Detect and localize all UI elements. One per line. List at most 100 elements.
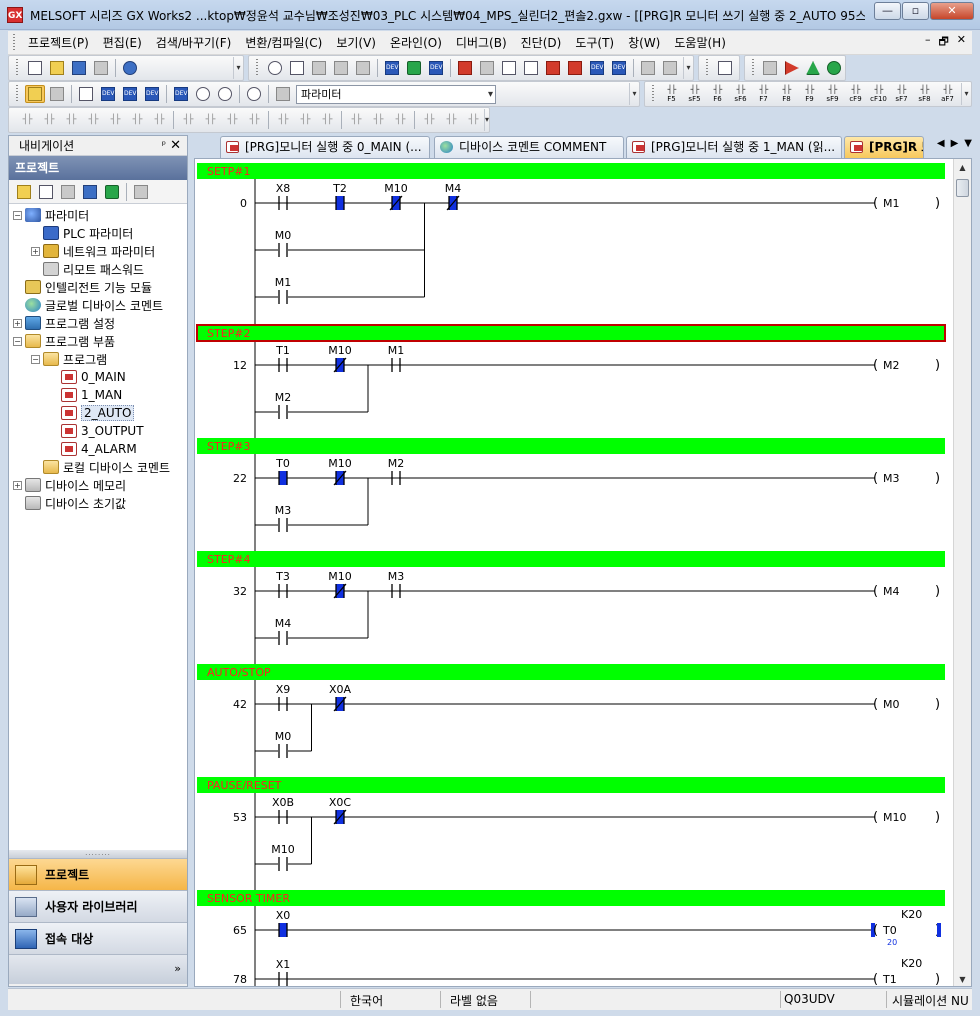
- ladder-diagram[interactable]: SETP#1 0 X8 T2 M10 M4 M0 M1 () M1 STEP#2 12 T1 M10 M1 M…: [195, 159, 955, 987]
- tree-item-2_auto[interactable]: 2_AUTO: [9, 404, 187, 422]
- ladder-edit-tool-button[interactable]: ┤├: [390, 111, 410, 129]
- save-project-button[interactable]: [69, 59, 89, 77]
- menu-4[interactable]: 보기(V): [329, 34, 383, 51]
- ladder-key-f7-button[interactable]: ┤├ F7: [753, 83, 774, 105]
- nav-button-lib[interactable]: 사용자 라이브러리: [9, 890, 187, 922]
- tree-item-인텔리전트-기능-모듈[interactable]: 인텔리전트 기능 모듈: [9, 278, 187, 296]
- ladder-edit-tool-button[interactable]: ┤├: [317, 111, 337, 129]
- toolbar-overflow-button[interactable]: ▾: [683, 57, 693, 79]
- undo-button[interactable]: [331, 59, 351, 77]
- watch-dev-button[interactable]: DEV: [98, 85, 118, 103]
- tab-0[interactable]: [PRG]모니터 실행 중 0_MAIN (...: [220, 136, 430, 158]
- ladder-key-af7-button[interactable]: ┤├ aF7: [937, 83, 958, 105]
- parts-selection-button[interactable]: [47, 85, 67, 103]
- search-target-combo[interactable]: 파라미터: [296, 84, 496, 104]
- collapse-icon[interactable]: −: [13, 336, 22, 346]
- device-batch-dev-button[interactable]: DEV: [142, 85, 162, 103]
- toolbar-overflow-button[interactable]: ▾: [629, 83, 639, 105]
- monitor-write-button[interactable]: [565, 59, 585, 77]
- copy-data-button[interactable]: [36, 183, 56, 201]
- tab-3[interactable]: [PRG]R 모: [844, 136, 924, 158]
- mdi-minimize-icon[interactable]: –: [925, 33, 931, 52]
- menu-7[interactable]: 진단(D): [514, 34, 569, 51]
- diagnostics-button[interactable]: [715, 59, 735, 77]
- mdi-close-icon[interactable]: ✕: [957, 33, 966, 52]
- tab-2[interactable]: [PRG]모니터 실행 중 1_MAN (읽...: [626, 136, 842, 158]
- expand-icon[interactable]: +: [13, 480, 22, 490]
- ladder-key-cf9-button[interactable]: ┤├ cF9: [845, 83, 866, 105]
- expand-icon[interactable]: +: [31, 246, 40, 256]
- ladder-edit-tool-button[interactable]: ┤├: [105, 111, 125, 129]
- ladder-edit-tool-button[interactable]: ┤├: [17, 111, 37, 129]
- toolbar-grip[interactable]: [703, 59, 711, 77]
- find-device-button[interactable]: [215, 85, 235, 103]
- ladder-edit-tool-button[interactable]: ┤├: [295, 111, 315, 129]
- scroll-thumb[interactable]: [956, 179, 969, 197]
- toolbar-grip[interactable]: [749, 59, 757, 77]
- simulation-settings-button[interactable]: [761, 59, 780, 77]
- expand-icon[interactable]: +: [13, 318, 22, 328]
- scroll-down-icon[interactable]: ▼: [954, 971, 971, 986]
- collapse-icon[interactable]: −: [13, 210, 22, 220]
- toolbar-grip[interactable]: [13, 59, 21, 77]
- ladder-edit-tool-button[interactable]: ┤├: [178, 111, 198, 129]
- ladder-key-sf8-button[interactable]: ┤├ sF8: [914, 83, 935, 105]
- ladder-key-sf6-button[interactable]: ┤├ sF6: [730, 83, 751, 105]
- monitor-stop-button[interactable]: [543, 59, 563, 77]
- properties-button[interactable]: [80, 183, 100, 201]
- tree-item-3_output[interactable]: 3_OUTPUT: [9, 422, 187, 440]
- tree-item-프로그램[interactable]: − 프로그램: [9, 350, 187, 368]
- ladder-edit-tool-button[interactable]: ┤├: [61, 111, 81, 129]
- ladder-key-cf10-button[interactable]: ┤├ cF10: [868, 83, 889, 105]
- tree-item-plc-파라미터[interactable]: PLC 파라미터: [9, 224, 187, 242]
- ladder-editor[interactable]: SETP#1 0 X8 T2 M10 M4 M0 M1 () M1 STEP#2 12 T1 M10 M1 M…: [194, 158, 972, 987]
- pin-icon[interactable]: ᵖ: [162, 140, 166, 151]
- status-info-button[interactable]: [825, 59, 844, 77]
- warning-button[interactable]: [803, 59, 822, 77]
- navigation-toggle-button[interactable]: [25, 85, 45, 103]
- toolbar-overflow-button[interactable]: ▾: [484, 109, 489, 131]
- verify-plc-button[interactable]: [499, 59, 519, 77]
- output-window-button[interactable]: [76, 85, 96, 103]
- help-button[interactable]: [120, 59, 140, 77]
- tab-1[interactable]: 디바이스 코멘트 COMMENT: [434, 136, 624, 158]
- toolbar-grip[interactable]: [649, 85, 657, 103]
- view-options-button[interactable]: [131, 183, 151, 201]
- watch-window-button[interactable]: [193, 85, 213, 103]
- comment-button[interactable]: [638, 59, 658, 77]
- menu-8[interactable]: 도구(T): [568, 34, 621, 51]
- device-list-dev-button[interactable]: DEV: [120, 85, 140, 103]
- paste-data-button[interactable]: [58, 183, 78, 201]
- menu-2[interactable]: 검색/바꾸기(F): [149, 34, 239, 51]
- copy-button[interactable]: [287, 59, 307, 77]
- device-test-button[interactable]: DEV: [609, 59, 629, 77]
- ladder-edit-tool-button[interactable]: ┤├: [149, 111, 169, 129]
- ladder-edit-tool-button[interactable]: ┤├: [244, 111, 264, 129]
- help-lookup-button[interactable]: [244, 85, 264, 103]
- tab-list-icon[interactable]: ▼: [964, 138, 972, 149]
- ladder-key-f5-button[interactable]: ┤├ F5: [661, 83, 682, 105]
- ladder-edit-tool-button[interactable]: ┤├: [419, 111, 439, 129]
- close-button[interactable]: ✕: [930, 2, 974, 20]
- menu-3[interactable]: 변환/컴파일(C): [238, 34, 329, 51]
- redo-button[interactable]: [353, 59, 373, 77]
- minimize-button[interactable]: —: [874, 2, 901, 20]
- scroll-up-icon[interactable]: ▲: [954, 159, 971, 176]
- read-plc-button[interactable]: [477, 59, 497, 77]
- cut-button[interactable]: [265, 59, 285, 77]
- ladder-edit-tool-button[interactable]: ┤├: [127, 111, 147, 129]
- paste-button[interactable]: [309, 59, 329, 77]
- tab-scroll-left-icon[interactable]: ◀: [937, 138, 945, 149]
- print-button[interactable]: [91, 59, 111, 77]
- maximize-button[interactable]: ▫: [902, 2, 929, 20]
- new-project-button[interactable]: [25, 59, 45, 77]
- ladder-edit-tool-button[interactable]: ┤├: [346, 111, 366, 129]
- ladder-edit-tool-button[interactable]: ┤├: [200, 111, 220, 129]
- toolbar-grip[interactable]: [253, 59, 261, 77]
- refresh-button[interactable]: [102, 183, 122, 201]
- tree-item-디바이스-메모리[interactable]: + 디바이스 메모리: [9, 476, 187, 494]
- statement-button[interactable]: [660, 59, 680, 77]
- tree-item-0_main[interactable]: 0_MAIN: [9, 368, 187, 386]
- vertical-scrollbar[interactable]: ▲ ▼: [953, 159, 971, 986]
- toolbar-overflow-button[interactable]: ▾: [233, 57, 243, 79]
